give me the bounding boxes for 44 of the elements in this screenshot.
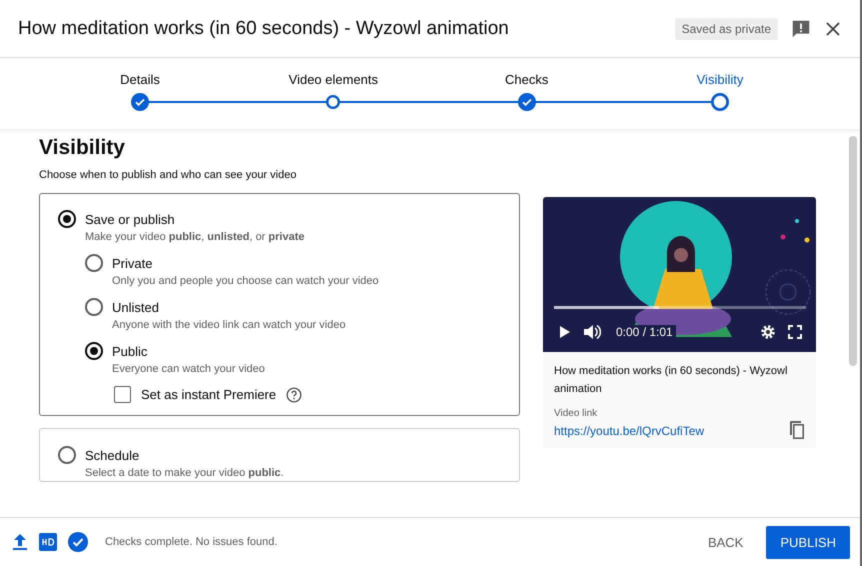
radio-button[interactable] — [85, 342, 103, 360]
radio-button[interactable] — [58, 210, 76, 228]
video-player[interactable]: 0:00 / 1:01 — [543, 197, 816, 352]
video-link[interactable]: https://youtu.be/lQrvCufiTew — [554, 424, 704, 438]
play-icon[interactable] — [559, 325, 571, 339]
publish-button[interactable]: PUBLISH — [766, 526, 850, 558]
copy-icon[interactable] — [787, 420, 805, 440]
back-button[interactable]: BACK — [696, 526, 756, 558]
scrollbar-thumb[interactable] — [849, 136, 857, 366]
help-icon[interactable] — [286, 386, 302, 402]
option-hint: Make your video public, unlisted, or private — [85, 231, 306, 243]
video-caption: How meditation works (in 60 seconds) - Wyzowl animation — [554, 364, 788, 397]
radio-button[interactable] — [58, 446, 76, 464]
radio-button[interactable] — [85, 254, 103, 272]
option-hint: Anyone with the video link can watch your video — [112, 319, 347, 331]
video-time: 0:00 / 1:01 — [613, 325, 676, 339]
video-title: How meditation works (in 60 seconds) - Wyzowl animation — [18, 18, 510, 40]
step-tab[interactable]: Checks — [466, 72, 587, 129]
settings-icon[interactable] — [760, 324, 776, 340]
save-status-badge: Saved as private — [674, 18, 778, 40]
option-hint: Everyone can watch your video — [112, 363, 266, 375]
check-circle-icon[interactable] — [68, 532, 88, 552]
option-label: Schedule — [85, 448, 140, 462]
checks-status: Checks complete. No issues found. — [105, 536, 278, 548]
radio-button[interactable] — [85, 298, 103, 316]
upload-icon[interactable] — [12, 533, 28, 551]
checkbox-label: Set as instant Premiere — [141, 387, 276, 402]
option-hint: Select a date to make your video public. — [85, 467, 285, 479]
option-label: Save or publish — [85, 212, 175, 226]
option-hint: Only you and people you choose can watch your video — [112, 275, 380, 287]
step-tab[interactable]: Visibility — [660, 72, 780, 129]
link-label: Video link — [554, 408, 598, 419]
checkbox[interactable] — [114, 386, 131, 403]
volume-icon[interactable] — [583, 324, 601, 340]
section-heading: Visibility — [39, 136, 126, 160]
section-subtitle: Choose when to publish and who can see your video — [39, 169, 298, 181]
fullscreen-icon[interactable] — [788, 325, 802, 339]
close-icon[interactable] — [824, 20, 842, 38]
hd-icon[interactable] — [39, 533, 57, 551]
step-tab[interactable]: Video elements — [273, 72, 394, 129]
option-label: Public — [112, 344, 148, 358]
option-label: Private — [112, 256, 152, 270]
step-tab[interactable]: Details — [80, 72, 200, 129]
option-label: Unlisted — [112, 300, 159, 314]
